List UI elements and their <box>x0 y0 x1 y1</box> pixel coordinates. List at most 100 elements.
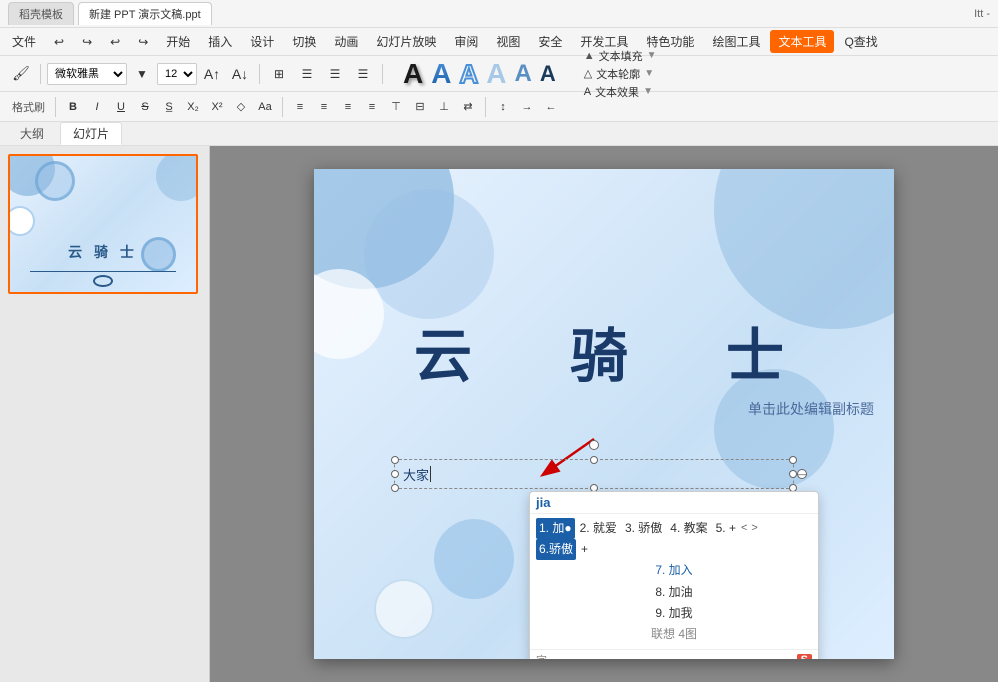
thumb-oval <box>93 275 113 287</box>
align-center-btn[interactable]: ≡ <box>313 96 335 118</box>
menu-search[interactable]: Q查找 <box>836 30 885 53</box>
menu-view[interactable]: 视图 <box>488 30 528 53</box>
menu-insert[interactable]: 插入 <box>200 30 240 53</box>
list2-btn[interactable]: ☰ <box>322 61 348 87</box>
rotate-handle[interactable] <box>589 440 599 450</box>
list-btn[interactable]: ☰ <box>294 61 320 87</box>
slide-panel: 云 骑 士 <box>0 146 210 682</box>
text-style-a4[interactable]: A <box>486 60 506 88</box>
handle-tl[interactable] <box>391 456 399 464</box>
text-style-a5[interactable]: A <box>514 62 531 86</box>
menu-slideshow[interactable]: 幻灯片放映 <box>368 30 444 53</box>
underline-btn[interactable]: U <box>110 96 132 118</box>
ime-cand-3[interactable]: 3. 骄傲 <box>622 518 665 539</box>
sep5 <box>282 97 283 117</box>
align-justify-btn[interactable]: ≡ <box>361 96 383 118</box>
align-top-btn[interactable]: ⊤ <box>385 96 407 118</box>
ime-cand-7[interactable]: 7. 加入 <box>652 560 695 581</box>
slide-thumbnail-1[interactable]: 云 骑 士 <box>8 154 198 294</box>
menu-undo2[interactable]: ↩ <box>102 32 128 52</box>
text-edit-box[interactable]: — 大家 <box>394 459 794 489</box>
indent-more-btn[interactable]: → <box>516 96 538 118</box>
collapse-handle[interactable]: — <box>797 469 807 479</box>
menu-text-tool[interactable]: 文本工具 <box>770 30 834 53</box>
font-name-dropdown[interactable]: ▼ <box>129 61 155 87</box>
menu-design[interactable]: 设计 <box>242 30 282 53</box>
subscript-btn[interactable]: X₂ <box>182 96 204 118</box>
shadow-btn[interactable]: S̲ <box>158 96 180 118</box>
strikethrough-btn[interactable]: S <box>134 96 156 118</box>
tab-slides[interactable]: 幻灯片 <box>60 122 122 145</box>
ime-cand-5[interactable]: 5. + <box>713 518 739 539</box>
font-name-select[interactable]: 微软雅黑 <box>47 63 127 85</box>
list3-btn[interactable]: ☰ <box>350 61 376 87</box>
align-left-btn[interactable]: ≡ <box>289 96 311 118</box>
text-outline-dropdown[interactable]: ▼ <box>644 68 654 79</box>
menu-file[interactable]: 文件 <box>4 30 44 53</box>
menu-draw[interactable]: 绘图工具 <box>704 30 768 53</box>
nav-next[interactable]: > <box>751 520 757 538</box>
text-style-a6[interactable]: A <box>540 63 556 85</box>
ime-cand-9[interactable]: 9. 加我 <box>652 603 695 624</box>
menu-start[interactable]: 开始 <box>158 30 198 53</box>
text-outline-row[interactable]: △ 文本轮廓 ▼ <box>584 66 657 82</box>
linespacing-btn[interactable]: ↕ <box>492 96 514 118</box>
text-fill-row[interactable]: ▲ 文本填充 ▼ <box>584 48 657 64</box>
text-effect-row[interactable]: A 文本效果 ▼ <box>584 84 657 100</box>
slide-circle-7 <box>374 579 434 639</box>
nav-prev[interactable]: < <box>741 520 747 538</box>
ime-cand-6b[interactable]: + <box>578 539 591 560</box>
indent-btn[interactable]: ⊞ <box>266 61 292 87</box>
indent-less-btn[interactable]: ← <box>540 96 562 118</box>
slide-canvas[interactable]: 云 骑 士 单击此处编辑副标题 <box>314 169 894 659</box>
ime-cand-8[interactable]: 8. 加油 <box>652 582 695 603</box>
case-btn[interactable]: Aa <box>254 96 276 118</box>
text-effect-dropdown[interactable]: ▼ <box>643 86 653 97</box>
handle-tc[interactable] <box>590 456 598 464</box>
slide-subtitle[interactable]: 单击此处编辑副标题 <box>374 399 874 419</box>
ime-cand-6[interactable]: 6.骄傲 <box>536 539 576 560</box>
title-right-text: Itt - <box>974 8 990 20</box>
menu-redo2[interactable]: ↪ <box>130 32 156 52</box>
ime-cand-1[interactable]: 1. 加● <box>536 518 575 539</box>
tab-daoke[interactable]: 稻壳模板 <box>8 2 74 25</box>
ime-cand-4[interactable]: 4. 教案 <box>667 518 710 539</box>
align-middle-btn[interactable]: ⊟ <box>409 96 431 118</box>
font-size-down[interactable]: A↓ <box>227 61 253 87</box>
slide-main-title[interactable]: 云 骑 士 <box>314 309 894 393</box>
ime-cand-assoc[interactable]: 联想 4图 <box>648 624 700 645</box>
tab-outline[interactable]: 大纲 <box>8 123 56 144</box>
char-spacing-btn[interactable]: ◇ <box>230 96 252 118</box>
ime-input-row: jia <box>530 492 818 514</box>
menu-switch[interactable]: 切换 <box>284 30 324 53</box>
superscript-btn[interactable]: X² <box>206 96 228 118</box>
toolbar-1: 🖌 微软雅黑 ▼ 12 A↑ A↓ ⊞ ☰ ☰ ☰ A A A A A A ▲ … <box>0 56 998 92</box>
menu-security[interactable]: 安全 <box>530 30 570 53</box>
handle-tr[interactable] <box>789 456 797 464</box>
text-dir-btn[interactable]: ⇄ <box>457 96 479 118</box>
font-size-select[interactable]: 12 <box>157 63 197 85</box>
text-fill-dropdown[interactable]: ▼ <box>647 50 657 61</box>
handle-ml[interactable] <box>391 470 399 478</box>
align-bottom-btn[interactable]: ⊥ <box>433 96 455 118</box>
menu-redo[interactable]: ↪ <box>74 32 100 52</box>
italic-btn[interactable]: I <box>86 96 108 118</box>
handle-mr[interactable] <box>789 470 797 478</box>
text-style-a2[interactable]: A <box>431 60 451 88</box>
align-right-btn[interactable]: ≡ <box>337 96 359 118</box>
text-style-a3[interactable]: A <box>459 61 478 87</box>
text-style-a1[interactable]: A <box>403 60 423 88</box>
ime-cand-2[interactable]: 2. 就爱 <box>577 518 620 539</box>
thumb-circle-4 <box>156 154 198 201</box>
handle-bl[interactable] <box>391 484 399 492</box>
menu-review[interactable]: 审阅 <box>446 30 486 53</box>
thumb-line <box>30 271 176 272</box>
bold-btn[interactable]: B <box>62 96 84 118</box>
format-painter-btn[interactable]: 🖌 <box>8 61 34 87</box>
tab-ppt[interactable]: 新建 PPT 演示文稿.ppt <box>78 2 212 25</box>
font-size-up[interactable]: A↑ <box>199 61 225 87</box>
canvas-area[interactable]: 云 骑 士 单击此处编辑副标题 <box>210 146 998 682</box>
menu-undo[interactable]: ↩ <box>46 32 72 52</box>
edit-text-content[interactable]: 大家 <box>395 465 431 484</box>
menu-animate[interactable]: 动画 <box>326 30 366 53</box>
